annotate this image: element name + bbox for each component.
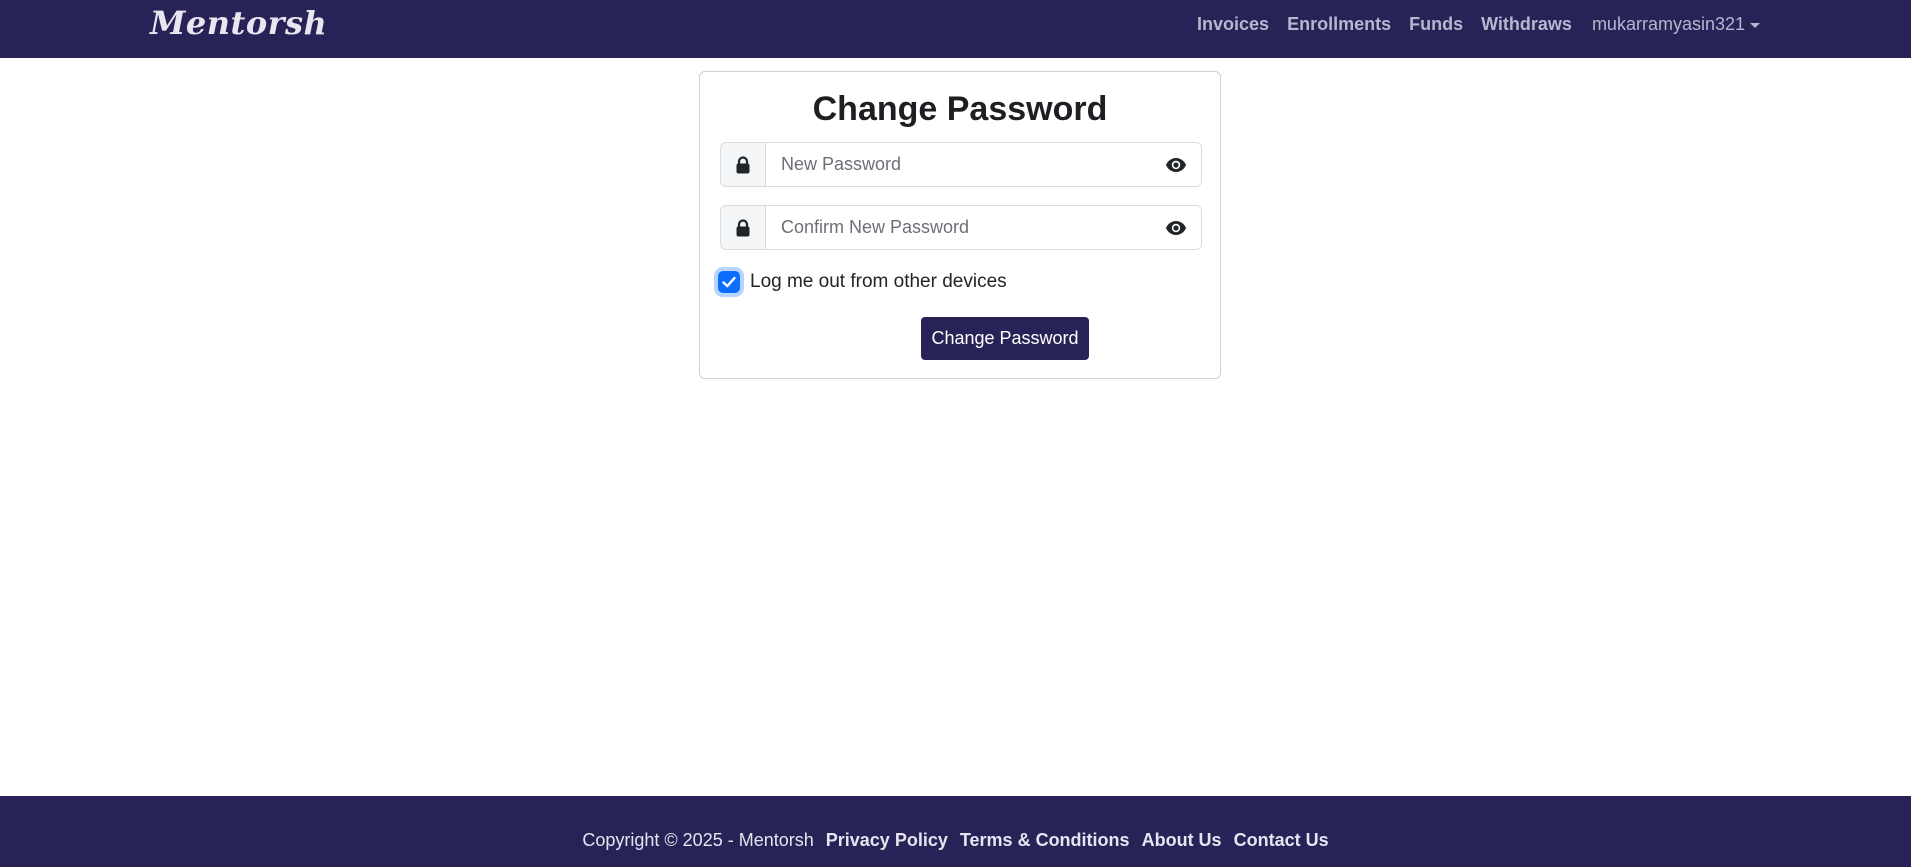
page-title: Change Password xyxy=(812,90,1108,128)
logout-checkbox-label[interactable]: Log me out from other devices xyxy=(750,271,1007,293)
eye-icon[interactable] xyxy=(1151,206,1201,249)
confirm-password-group xyxy=(720,205,1202,250)
lock-icon xyxy=(721,206,766,249)
logout-checkbox[interactable] xyxy=(718,271,740,293)
nav-link-withdraws[interactable]: Withdraws xyxy=(1472,14,1581,35)
logout-option: Log me out from other devices xyxy=(718,271,1007,293)
change-password-button[interactable]: Change Password xyxy=(921,317,1089,360)
nav-link-funds[interactable]: Funds xyxy=(1400,14,1472,35)
new-password-input[interactable] xyxy=(766,143,1151,186)
lock-icon xyxy=(721,143,766,186)
caret-down-icon xyxy=(1750,22,1760,28)
nav-link-enrollments[interactable]: Enrollments xyxy=(1278,14,1400,35)
confirm-password-input[interactable] xyxy=(766,206,1151,249)
brand-logo[interactable]: Mentorsh xyxy=(150,4,327,42)
nav-link-invoices[interactable]: Invoices xyxy=(1188,14,1278,35)
change-password-card: Change Password Log me out from other de… xyxy=(699,71,1221,379)
eye-icon[interactable] xyxy=(1151,143,1201,186)
copyright-text: Copyright © 2025 - Mentorsh xyxy=(582,830,814,850)
user-menu[interactable]: mukarramyasin321 xyxy=(1581,14,1760,35)
top-navbar: Mentorsh Invoices Enrollments Funds With… xyxy=(0,0,1911,58)
checkmark-icon xyxy=(722,276,736,288)
nav-links: Invoices Enrollments Funds Withdraws muk… xyxy=(1188,0,1760,48)
footer-content: Copyright © 2025 - Mentorsh Privacy Poli… xyxy=(0,830,1911,851)
footer-link-contact[interactable]: Contact Us xyxy=(1234,830,1329,850)
footer-link-terms[interactable]: Terms & Conditions xyxy=(960,830,1130,850)
footer-link-privacy[interactable]: Privacy Policy xyxy=(826,830,948,850)
user-menu-label: mukarramyasin321 xyxy=(1591,13,1745,34)
footer: Copyright © 2025 - Mentorsh Privacy Poli… xyxy=(0,796,1911,867)
footer-link-about[interactable]: About Us xyxy=(1142,830,1222,850)
new-password-group xyxy=(720,142,1202,187)
